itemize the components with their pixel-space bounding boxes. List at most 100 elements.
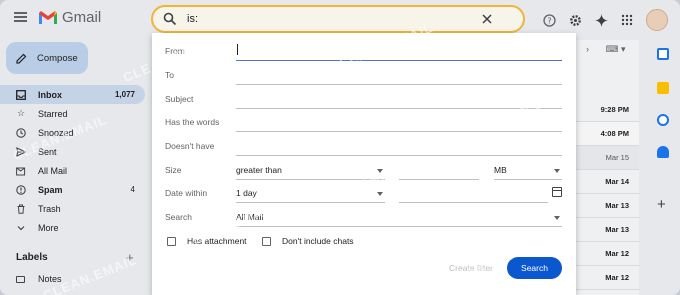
chevron-down-icon[interactable]: ▾ (621, 44, 626, 54)
gmail-logo[interactable]: Gmail (38, 9, 101, 26)
search-button[interactable]: Search (507, 257, 562, 279)
message-row[interactable]: Mar 13 (575, 218, 639, 242)
sidebar-item-starred[interactable]: ☆ Starred (0, 104, 145, 123)
app-name: Gmail (62, 9, 102, 26)
size-row: Size greater than MB (152, 162, 576, 180)
get-addons-icon[interactable]: + (657, 196, 666, 213)
no-chats-option[interactable]: Don't include chats (262, 236, 354, 246)
sidebar-item-notes[interactable]: Notes (16, 274, 62, 284)
sidebar-item-label: More (38, 222, 59, 233)
doesnt-have-field[interactable] (236, 155, 562, 156)
calendar-icon[interactable] (552, 187, 562, 197)
contacts-icon[interactable] (657, 146, 669, 158)
dropdown-arrow-icon (377, 192, 383, 196)
sidebar-item-label: Trash (38, 203, 61, 214)
avatar[interactable] (646, 9, 668, 31)
advanced-search-panel: From To Subject Has the words Doesn't ha… (152, 33, 576, 295)
size-label: Size (165, 165, 182, 175)
message-row[interactable]: Mar 12 (575, 242, 639, 266)
chevron-right-icon[interactable]: › (586, 44, 589, 54)
search-bar[interactable]: is: (151, 5, 525, 33)
size-unit-value: MB (494, 165, 507, 175)
top-icons: ? (542, 9, 668, 31)
size-value-field[interactable] (399, 162, 479, 180)
sidebar-item-label: Inbox (38, 89, 62, 100)
sidebar-item-label: Sent (38, 146, 57, 157)
has-words-label: Has the words (165, 117, 220, 127)
date-field[interactable] (399, 185, 548, 203)
star-icon: ☆ (16, 108, 26, 118)
no-chats-label: Don't include chats (282, 236, 354, 246)
search-input[interactable]: is: (187, 13, 481, 25)
list-controls: › ⌨ ▾ (586, 44, 626, 55)
close-icon[interactable] (481, 13, 493, 25)
message-date: 4:08 PM (600, 129, 629, 138)
gear-icon[interactable] (568, 13, 582, 27)
date-within-value: 1 day (236, 188, 257, 198)
dropdown-arrow-icon (377, 169, 383, 173)
has-words-row: Has the words (152, 114, 576, 132)
dropdown-arrow-icon (554, 216, 560, 220)
sidebar-item-spam[interactable]: Spam 4 (0, 180, 145, 199)
keep-icon[interactable] (657, 82, 669, 94)
apps-grid-icon[interactable] (620, 13, 634, 27)
message-row[interactable]: Mar 12 (575, 266, 639, 290)
gemini-sparkle-icon[interactable] (594, 13, 608, 27)
dropdown-arrow-icon (554, 169, 560, 173)
date-within-row: Date within 1 day (152, 185, 576, 203)
date-within-select[interactable]: 1 day (236, 185, 385, 203)
size-operator-select[interactable]: greater than (236, 162, 385, 180)
all-mail-icon (16, 166, 26, 176)
message-row[interactable]: Mar 14 (575, 170, 639, 194)
sidebar-item-more[interactable]: More (0, 218, 145, 237)
gmail-app: Gmail is: ? Compose Inbox 1,077 ☆ Starre… (0, 0, 680, 295)
message-date: Mar 13 (605, 201, 629, 210)
pencil-icon (16, 53, 27, 64)
size-unit-select[interactable]: MB (494, 162, 562, 180)
help-icon[interactable]: ? (542, 13, 556, 27)
from-row: From (152, 43, 576, 61)
from-field[interactable] (236, 60, 562, 61)
side-panel-rail: + (647, 40, 680, 295)
subject-row: Subject (152, 91, 576, 109)
message-row[interactable]: 4:08 PM (575, 122, 639, 146)
message-date: Mar 13 (605, 225, 629, 234)
sidebar-item-sent[interactable]: Sent (0, 142, 145, 161)
tasks-icon[interactable] (657, 114, 669, 126)
message-row[interactable]: Mar 15 (575, 146, 639, 170)
keyboard-icon[interactable]: ⌨ (606, 44, 619, 54)
sidebar-item-all-mail[interactable]: All Mail (0, 161, 145, 180)
size-operator-value: greater than (236, 165, 282, 175)
sidebar-item-label: All Mail (38, 165, 68, 176)
message-row[interactable]: 9:28 PM (575, 98, 639, 122)
date-within-label: Date within (165, 188, 208, 198)
sidebar-item-inbox[interactable]: Inbox 1,077 (0, 85, 145, 104)
compose-button[interactable]: Compose (6, 42, 88, 74)
sidebar-item-label: Starred (38, 108, 68, 119)
has-attachment-option[interactable]: Has attachment (167, 236, 247, 246)
no-chats-checkbox[interactable] (262, 236, 271, 246)
to-label: To (165, 70, 174, 80)
sidebar-item-trash[interactable]: Trash (0, 199, 145, 218)
search-button-label: Search (521, 263, 548, 273)
text-cursor (237, 44, 238, 55)
labels-heading: Labels (16, 252, 48, 263)
sidebar-item-snoozed[interactable]: Snoozed (0, 123, 145, 142)
create-filter-button[interactable]: Create filter (449, 263, 493, 273)
menu-icon[interactable] (14, 12, 27, 22)
to-field[interactable] (236, 84, 562, 85)
add-label-icon[interactable]: + (126, 250, 134, 265)
search-scope-value: All Mail (236, 212, 264, 222)
sidebar-item-label: Spam (38, 184, 63, 195)
message-date: Mar 15 (605, 153, 629, 162)
search-scope-select[interactable]: All Mail (236, 209, 562, 227)
has-words-field[interactable] (236, 131, 562, 132)
has-attachment-checkbox[interactable] (167, 236, 176, 246)
compose-label: Compose (37, 52, 78, 64)
search-icon[interactable] (163, 12, 177, 26)
calendar-icon[interactable] (657, 48, 669, 60)
message-row[interactable]: Mar 13 (575, 194, 639, 218)
subject-field[interactable] (236, 108, 562, 109)
send-icon (16, 146, 26, 157)
message-date: Mar 12 (605, 273, 629, 282)
